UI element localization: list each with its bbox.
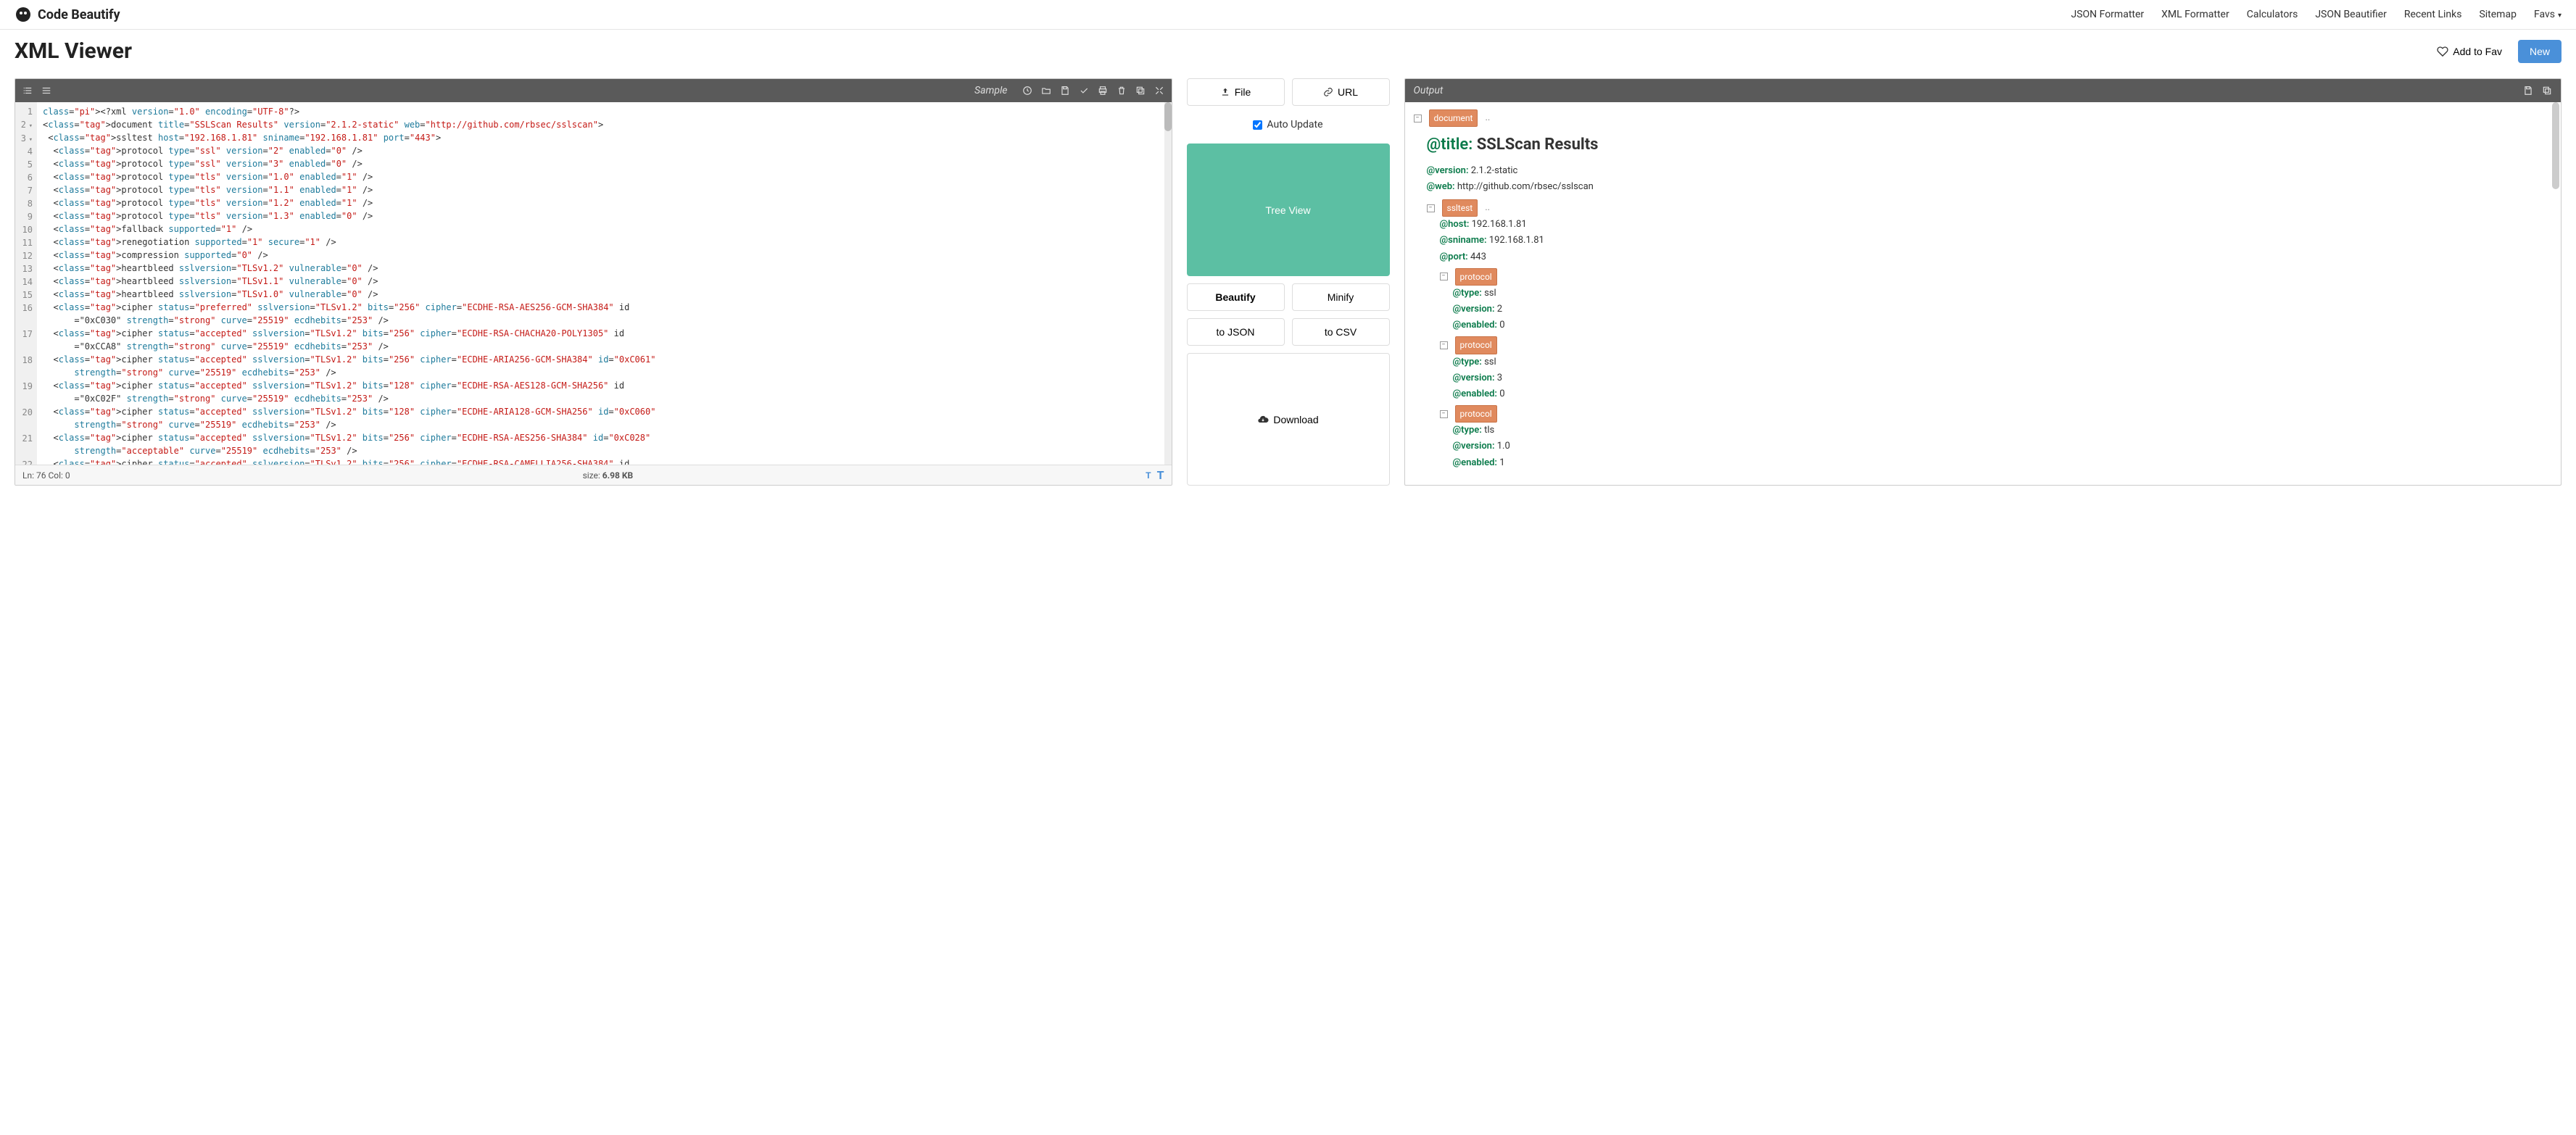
input-editor-panel: Sample 12▾3▾45678910111213141516 17 18 1…: [15, 78, 1172, 486]
tree-output[interactable]: − document .. @title: SSLScan Results @v…: [1405, 102, 2561, 472]
tree-node-protocol[interactable]: protocol: [1455, 336, 1497, 354]
tree-node-protocol[interactable]: protocol: [1455, 405, 1497, 423]
link-icon: [1323, 87, 1333, 97]
to-json-button[interactable]: to JSON: [1187, 318, 1285, 346]
page-title: XML Viewer: [15, 38, 132, 64]
beautify-button[interactable]: Beautify: [1187, 283, 1285, 311]
output-toolbar: Output: [1405, 79, 2561, 102]
nav-xml-formatter[interactable]: XML Formatter: [2161, 9, 2229, 20]
text-mode-icon-2[interactable]: T: [1157, 468, 1164, 482]
top-nav: JSON Formatter XML Formatter Calculators…: [2071, 9, 2561, 20]
cloud-download-icon: [1257, 414, 1269, 425]
history-icon[interactable]: [1022, 86, 1032, 96]
download-button[interactable]: Download: [1187, 353, 1390, 486]
collapse-toggle[interactable]: −: [1440, 410, 1448, 418]
add-to-fav-button[interactable]: Add to Fav: [2428, 40, 2511, 63]
brand-name: Code Beautify: [38, 7, 120, 22]
copy-icon[interactable]: [1135, 86, 1146, 96]
chevron-down-icon: ▾: [2558, 12, 2561, 20]
editor-statusbar: Ln: 76 Col: 0 size: 6.98 KB T T: [15, 465, 1172, 485]
save-icon[interactable]: [1060, 86, 1070, 96]
nav-favs[interactable]: Favs▾: [2534, 9, 2561, 20]
file-button[interactable]: File: [1187, 78, 1285, 106]
brand-logo[interactable]: Code Beautify: [15, 6, 120, 23]
output-scrollbar[interactable]: [2552, 102, 2559, 472]
nav-recent-links[interactable]: Recent Links: [2404, 9, 2462, 20]
logo-icon: [15, 6, 32, 23]
nav-json-formatter[interactable]: JSON Formatter: [2071, 9, 2144, 20]
upload-icon: [1220, 87, 1230, 97]
nav-json-beautifier[interactable]: JSON Beautifier: [2315, 9, 2387, 20]
tree-view-button[interactable]: Tree View: [1187, 144, 1390, 276]
url-button[interactable]: URL: [1292, 78, 1390, 106]
cursor-position: Ln: 76 Col: 0: [22, 470, 70, 481]
minify-button[interactable]: Minify: [1292, 283, 1390, 311]
auto-update-checkbox[interactable]: [1253, 120, 1262, 130]
collapse-toggle[interactable]: −: [1414, 115, 1422, 122]
code-editor[interactable]: 12▾3▾45678910111213141516 17 18 19 20 21…: [15, 102, 1172, 465]
save-output-icon[interactable]: [2523, 86, 2533, 96]
editor-scrollbar[interactable]: [1164, 102, 1172, 465]
text-mode-icon[interactable]: T: [1146, 470, 1151, 481]
new-button[interactable]: New: [2518, 40, 2561, 63]
output-panel: Output − document .. @title: SSLScan Res…: [1404, 78, 2562, 486]
list-icon[interactable]: [22, 86, 33, 96]
expand-icon[interactable]: [1154, 86, 1164, 96]
auto-update-label: Auto Update: [1267, 119, 1322, 130]
print-icon[interactable]: [1098, 86, 1108, 96]
tree-node-document[interactable]: document: [1429, 109, 1478, 127]
tree-node-protocol[interactable]: protocol: [1455, 268, 1497, 286]
editor-toolbar: Sample: [15, 79, 1172, 102]
copy-output-icon[interactable]: [2542, 86, 2552, 96]
to-csv-button[interactable]: to CSV: [1292, 318, 1390, 346]
heart-icon: [2437, 46, 2448, 57]
collapse-toggle[interactable]: −: [1440, 273, 1448, 280]
open-icon[interactable]: [1041, 86, 1051, 96]
output-title: Output: [1414, 85, 1444, 96]
tree-node-ssltest[interactable]: ssltest: [1442, 199, 1478, 217]
check-icon[interactable]: [1079, 86, 1089, 96]
action-column: File URL Auto Update Tree View Beautify …: [1187, 78, 1390, 486]
nav-calculators[interactable]: Calculators: [2247, 9, 2298, 20]
sample-link[interactable]: Sample: [974, 85, 1008, 96]
collapse-toggle[interactable]: −: [1427, 204, 1435, 212]
lines-icon[interactable]: [41, 86, 51, 96]
nav-sitemap[interactable]: Sitemap: [2479, 9, 2516, 20]
file-size: size: 6.98 KB: [583, 470, 634, 481]
collapse-toggle[interactable]: −: [1440, 341, 1448, 349]
trash-icon[interactable]: [1117, 86, 1127, 96]
